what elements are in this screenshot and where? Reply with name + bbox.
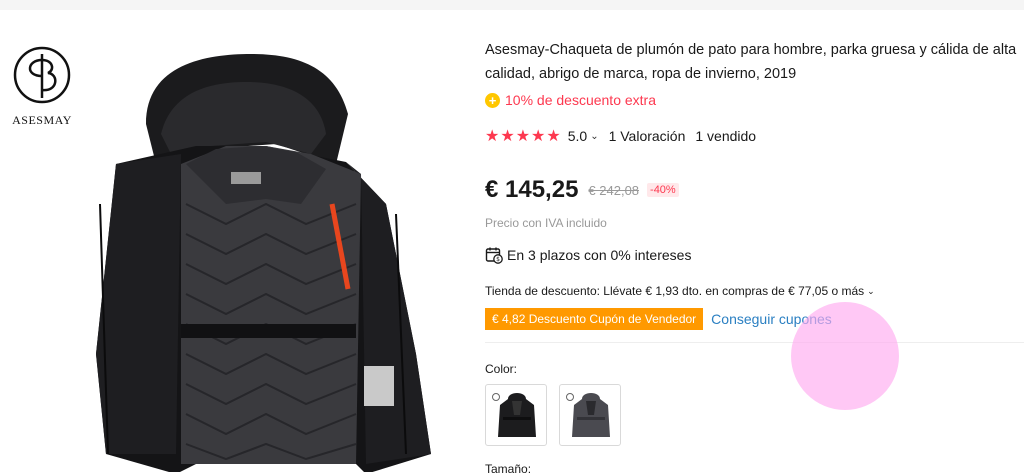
vat-note: Precio con IVA incluido (485, 216, 607, 230)
brand-logo: ASESMAY (10, 46, 74, 128)
rating-row: ★★★★★ 5.0 ⌄ 1 Valoración 1 vendido (485, 126, 756, 146)
brand-name: ASESMAY (12, 113, 72, 127)
grey-jacket-thumbnail-icon (566, 393, 610, 437)
chevron-down-icon[interactable]: ⌄ (867, 286, 875, 297)
color-swatches (485, 384, 621, 446)
promo-text: 10% de descuento extra (505, 92, 656, 108)
sold-count: 1 vendido (695, 128, 757, 144)
seller-coupon-badge[interactable]: € 4,82 Descuento Cupón de Vendedor (485, 308, 704, 330)
black-jacket-thumbnail-icon (492, 393, 536, 437)
extra-discount-promo[interactable]: + 10% de descuento extra (485, 92, 656, 108)
current-price: € 145,25 (485, 176, 579, 203)
top-bar (0, 0, 1024, 10)
plus-coin-icon: + (485, 92, 500, 108)
installments-row[interactable]: $ En 3 plazos con 0% intereses (485, 246, 691, 264)
store-discount-row[interactable]: Tienda de descuento: Llévate € 1,93 dto.… (485, 284, 875, 298)
color-swatch-black[interactable] (485, 384, 547, 446)
installments-text: En 3 plazos con 0% intereses (507, 247, 692, 263)
color-swatch-grey[interactable] (559, 384, 621, 446)
product-info-panel: Asesmay-Chaqueta de plumón de pato para … (485, 10, 1024, 476)
jacket-product-image (96, 54, 431, 472)
rating-stars-icon: ★★★★★ (485, 128, 562, 145)
calendar-payment-icon: $ (485, 247, 503, 264)
coupon-row: € 4,82 Descuento Cupón de Vendedor Conse… (485, 308, 832, 330)
reviews-count[interactable]: 1 Valoración (609, 128, 686, 144)
chevron-down-icon[interactable]: ⌄ (590, 131, 598, 142)
price-row: € 145,25 € 242,08 -40% (485, 176, 679, 204)
store-discount-text: Tienda de descuento: Llévate € 1,93 dto.… (485, 284, 865, 298)
color-label: Color: (485, 362, 518, 376)
svg-text:$: $ (496, 256, 500, 263)
rating-score[interactable]: 5.0 (568, 128, 587, 144)
size-label: Tamaño: (485, 462, 532, 476)
discount-badge: -40% (647, 183, 679, 197)
divider (485, 342, 1024, 343)
original-price: € 242,08 (588, 182, 640, 198)
get-coupons-link[interactable]: Conseguir cupones (711, 311, 832, 327)
product-title: Asesmay-Chaqueta de plumón de pato para … (485, 42, 1017, 82)
asesmay-monogram-icon (13, 46, 71, 104)
product-image-gallery[interactable]: ASESMAY (0, 10, 472, 472)
